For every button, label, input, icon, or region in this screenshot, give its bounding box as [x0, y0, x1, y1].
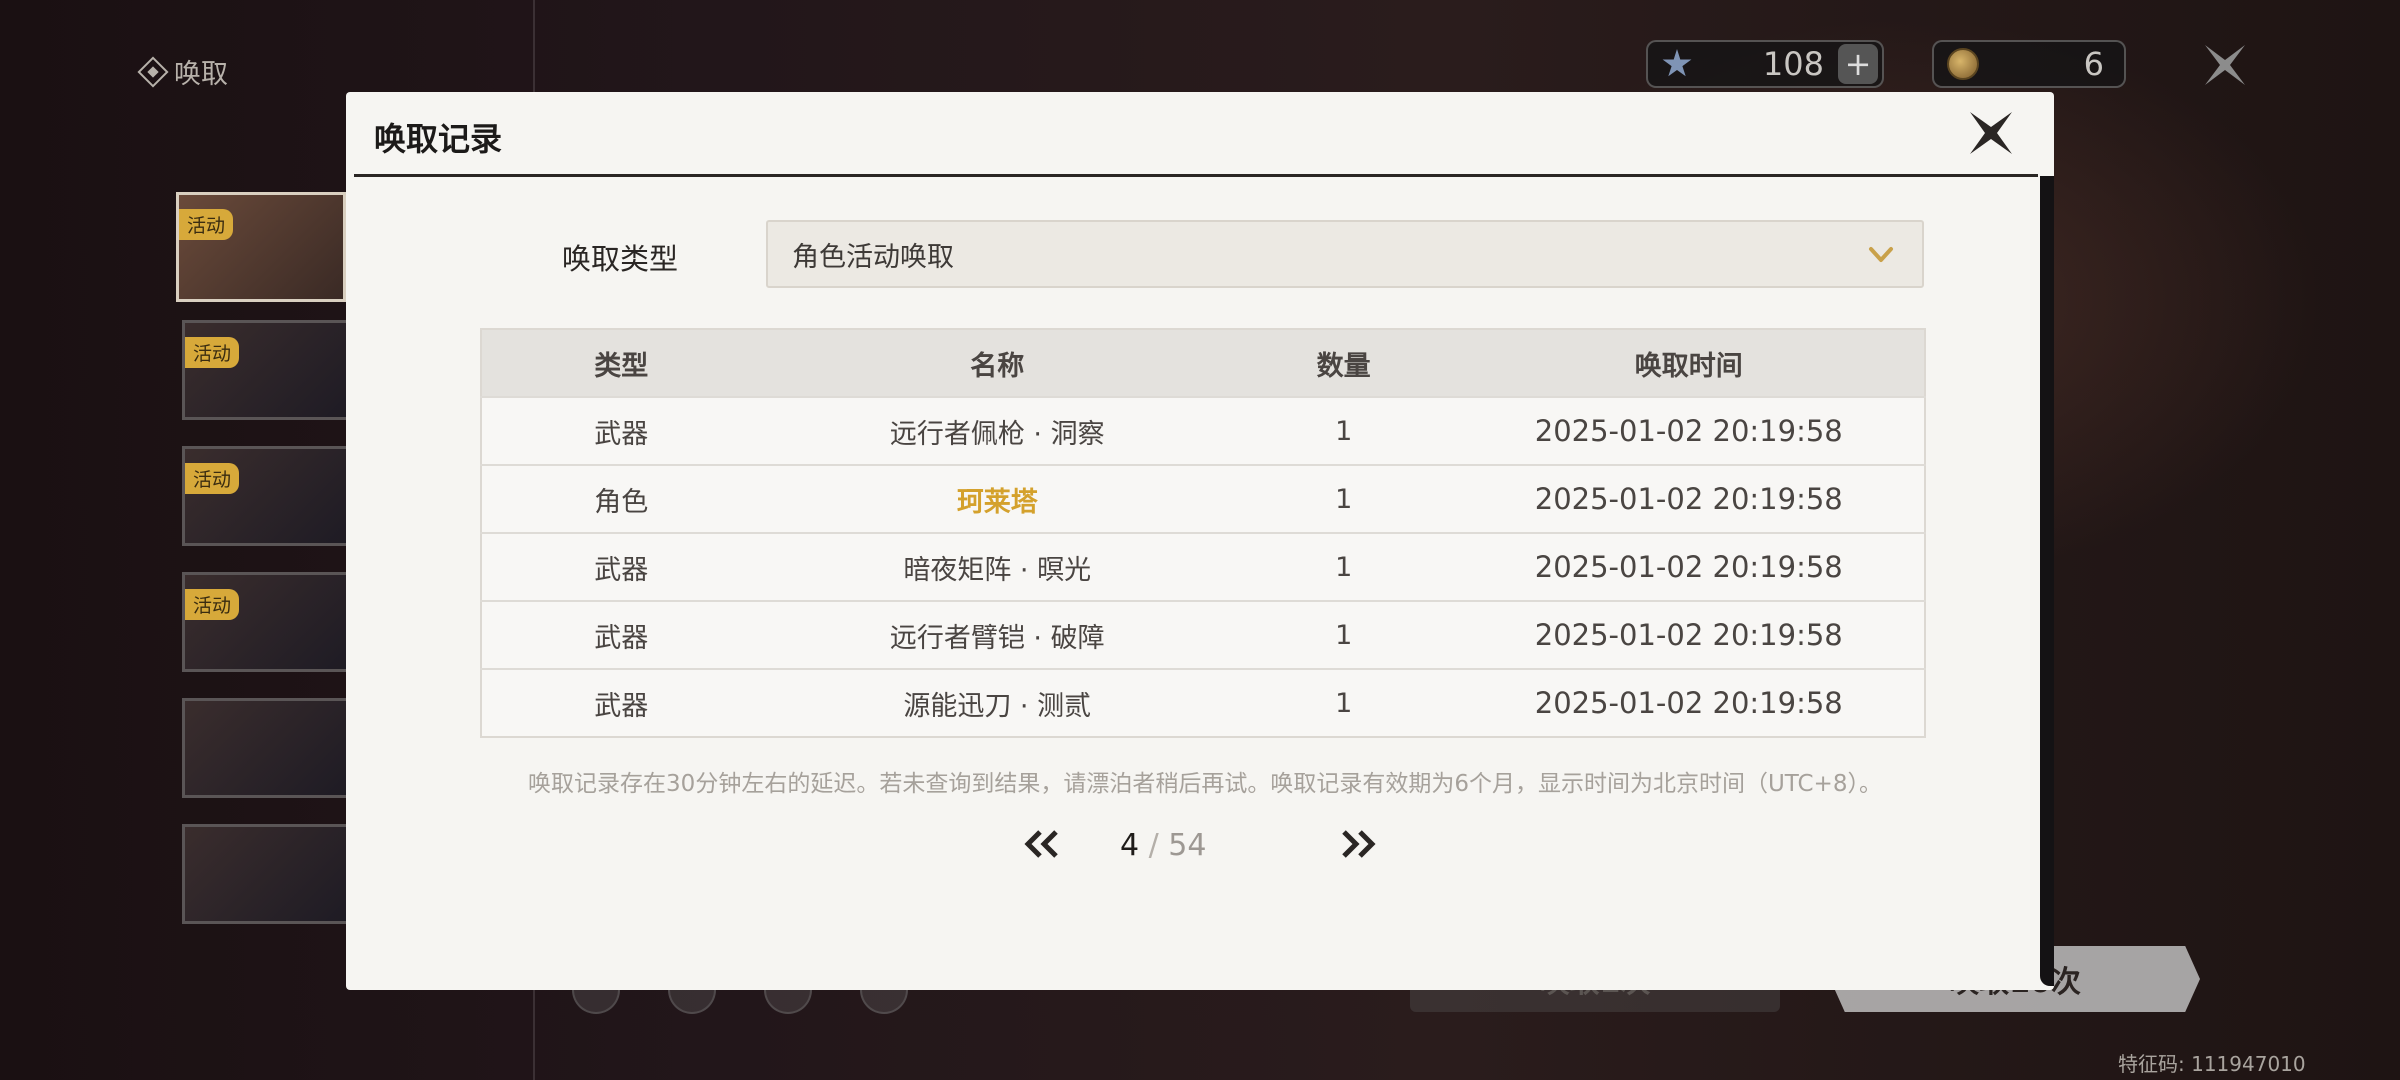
header-name: 名称 [760, 329, 1234, 397]
event-tag: 活动 [185, 337, 240, 368]
table-row: 武器 远行者臂铠 · 破障 1 2025-01-02 20:19:58 [481, 600, 1925, 669]
banner-card[interactable]: 活动 [182, 320, 352, 420]
cell-type: 武器 [481, 668, 761, 737]
coin-currency: 6 [1932, 40, 2126, 88]
cell-name: 源能迅刀 · 测贰 [760, 668, 1234, 737]
add-currency-button[interactable]: + [1838, 44, 1878, 84]
chevron-down-icon [1869, 247, 1893, 262]
cell-quantity: 1 [1233, 532, 1454, 601]
star-currency-value: 108 [1762, 45, 1824, 83]
star-crystal-icon [1660, 47, 1694, 81]
cell-name: 远行者佩枪 · 洞察 [760, 396, 1234, 465]
banner-card[interactable]: 活动 [182, 572, 352, 672]
dialog-title: 唤取记录 [374, 120, 503, 158]
summon-type-value: 角色活动唤取 [792, 241, 954, 273]
cell-time: 2025-01-02 20:19:58 [1453, 532, 1925, 601]
summon-record-dialog: 唤取记录 唤取类型 角色活动唤取 类型 名称 数量 唤取时间 武器 远行者佩枪 … [346, 92, 2054, 990]
banner-card[interactable]: 活动 [176, 192, 346, 302]
feature-code: 特征码: 111947010 [2118, 1052, 2306, 1076]
page-separator: / [1148, 828, 1159, 863]
banner-card[interactable] [182, 824, 352, 924]
star-currency: 108 + [1646, 40, 1884, 88]
header-time: 唤取时间 [1453, 329, 1925, 397]
cell-time: 2025-01-02 20:19:58 [1453, 600, 1925, 669]
pagination: 4 / 54 [346, 814, 2054, 874]
cell-type: 武器 [481, 396, 761, 465]
summon-type-label: 唤取类型 [562, 242, 679, 276]
table-row: 武器 暗夜矩阵 · 暝光 1 2025-01-02 20:19:58 [481, 532, 1925, 601]
cell-type: 武器 [481, 600, 761, 669]
event-tag: 活动 [179, 209, 234, 240]
screen-title: 唤取 [137, 52, 228, 91]
cell-quantity: 1 [1233, 668, 1454, 737]
coin-currency-value: 6 [2083, 45, 2104, 83]
cell-name: 珂莱塔 [760, 464, 1234, 533]
event-tag: 活动 [185, 589, 240, 620]
close-icon[interactable] [2200, 40, 2250, 90]
close-icon[interactable] [1966, 108, 2016, 158]
banner-card[interactable]: 活动 [182, 446, 352, 546]
page-indicator: 4 / 54 [1120, 828, 1206, 863]
header-type: 类型 [481, 329, 761, 397]
table-row: 角色 珂莱塔 1 2025-01-02 20:19:58 [481, 464, 1925, 533]
cell-name: 远行者臂铠 · 破障 [760, 600, 1234, 669]
double-chevron-left-icon[interactable] [1022, 824, 1062, 864]
summon-type-select[interactable]: 角色活动唤取 [766, 220, 1924, 288]
banner-card[interactable] [182, 698, 352, 798]
double-chevron-right-icon[interactable] [1338, 824, 1378, 864]
table-header-row: 类型 名称 数量 唤取时间 [481, 329, 1925, 397]
cell-type: 武器 [481, 532, 761, 601]
delay-notice: 唤取记录存在30分钟左右的延迟。若未查询到结果，请漂泊者稍后再试。唤取记录有效期… [528, 771, 1882, 797]
event-tag: 活动 [185, 463, 240, 494]
summon-icon [137, 55, 169, 88]
header-quantity: 数量 [1233, 329, 1454, 397]
banner-list: 活动 活动 活动 活动 [176, 192, 352, 950]
dialog-header: 唤取记录 [346, 92, 2054, 177]
cell-type: 角色 [481, 464, 761, 533]
cell-quantity: 1 [1233, 464, 1454, 533]
table-row: 武器 源能迅刀 · 测贰 1 2025-01-02 20:19:58 [481, 668, 1925, 737]
header-divider [354, 174, 2038, 177]
records-table: 类型 名称 数量 唤取时间 武器 远行者佩枪 · 洞察 1 2025-01-02… [480, 328, 1926, 738]
cell-time: 2025-01-02 20:19:58 [1453, 396, 1925, 465]
screen-title-text: 唤取 [174, 59, 228, 90]
table-row: 武器 远行者佩枪 · 洞察 1 2025-01-02 20:19:58 [481, 396, 1925, 465]
cell-quantity: 1 [1233, 396, 1454, 465]
cell-time: 2025-01-02 20:19:58 [1453, 464, 1925, 533]
cell-time: 2025-01-02 20:19:58 [1453, 668, 1925, 737]
coin-icon [1946, 47, 1980, 81]
total-pages: 54 [1168, 828, 1207, 863]
current-page: 4 [1120, 828, 1140, 863]
cell-quantity: 1 [1233, 600, 1454, 669]
cell-name: 暗夜矩阵 · 暝光 [760, 532, 1234, 601]
